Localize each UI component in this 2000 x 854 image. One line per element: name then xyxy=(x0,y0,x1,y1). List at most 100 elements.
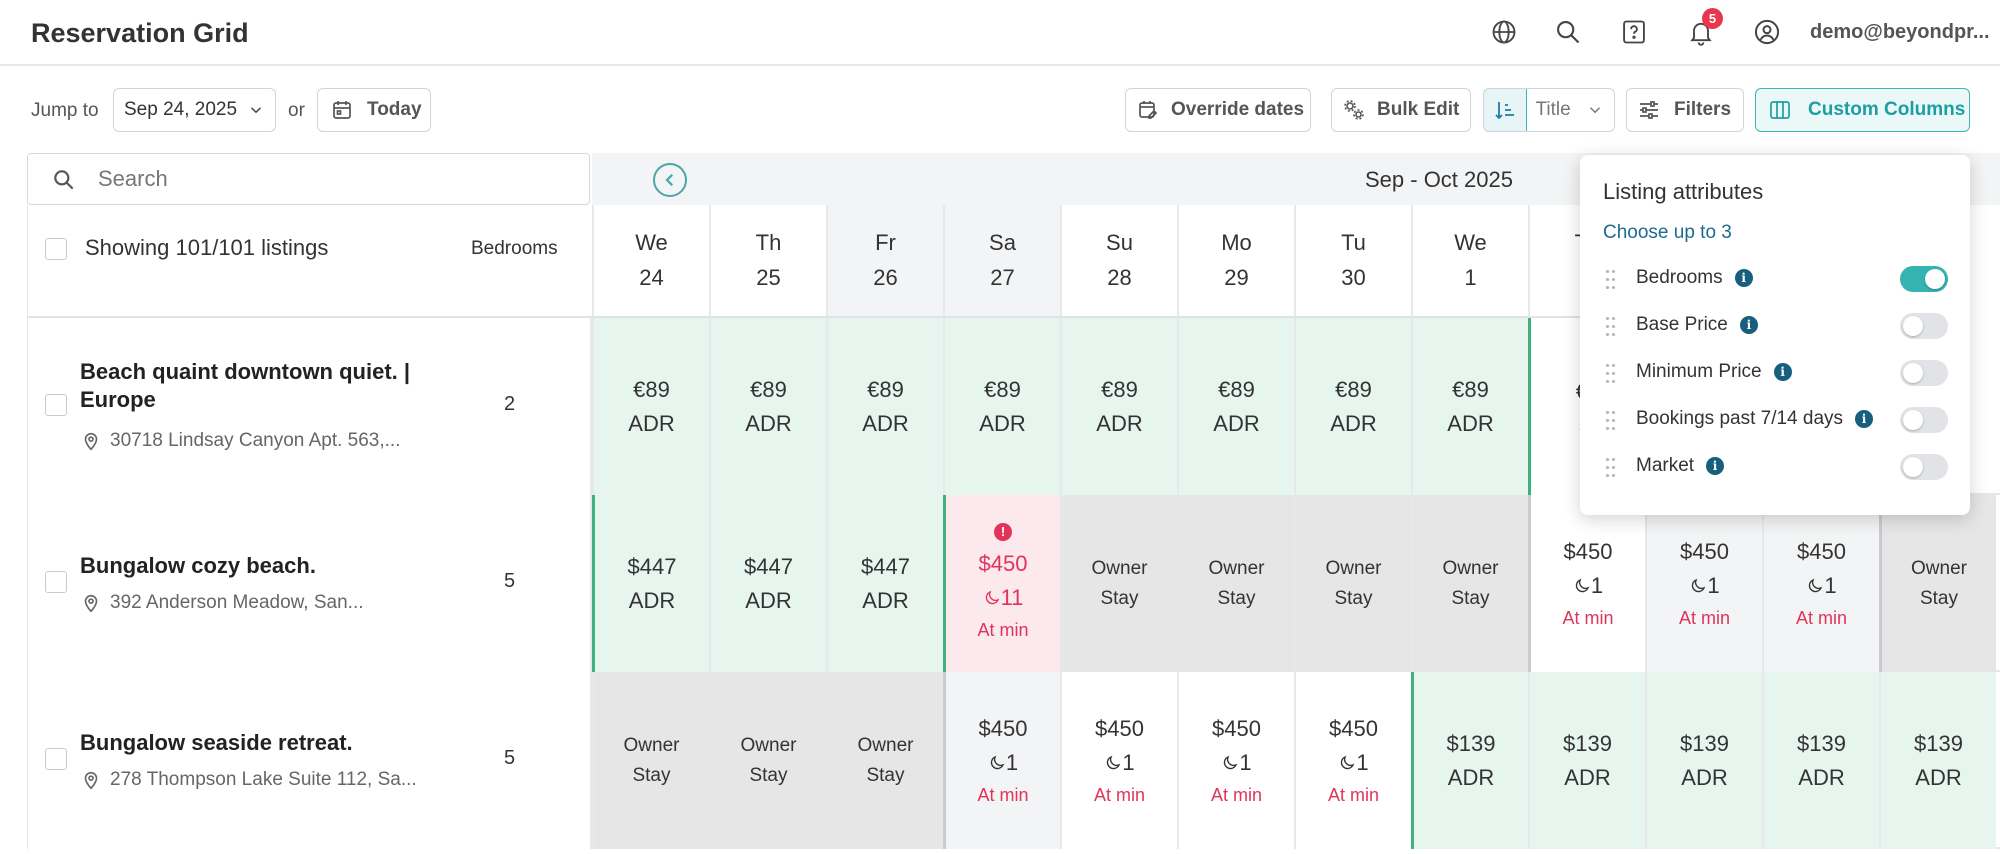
nights-count: 1 xyxy=(1590,572,1604,598)
drag-handle-icon[interactable] xyxy=(1603,315,1617,337)
price-cell[interactable]: $450 1 At min xyxy=(943,672,1060,849)
price-cell[interactable]: $450 1 At min xyxy=(1528,495,1645,672)
top-bar: Reservation Grid 5 demo@beyondpr... xyxy=(0,0,2000,66)
price-cell[interactable]: Owner Stay xyxy=(1294,495,1411,672)
price-cell[interactable]: $447 ADR xyxy=(709,495,826,672)
price-cell[interactable]: Owner Stay xyxy=(709,672,826,849)
previous-period-button[interactable] xyxy=(653,163,687,197)
rate-type: ADR xyxy=(745,587,792,613)
sort-control[interactable]: Title xyxy=(1483,88,1615,132)
user-avatar-icon[interactable] xyxy=(1750,15,1784,49)
price-cell[interactable]: €89 ADR xyxy=(709,318,826,495)
drag-handle-icon[interactable] xyxy=(1603,409,1617,431)
day-header[interactable]: We 1 xyxy=(1411,205,1528,318)
today-button[interactable]: Today xyxy=(317,88,431,132)
notification-badge: 5 xyxy=(1702,8,1723,29)
price-cell[interactable]: €89 ADR xyxy=(1294,318,1411,495)
search-icon[interactable] xyxy=(1551,15,1585,49)
price-cell[interactable]: $450 1 At min xyxy=(1645,495,1762,672)
price-value: $450 xyxy=(978,715,1028,741)
attribute-row: Bedrooms i xyxy=(1603,262,1948,296)
price-cell[interactable]: Owner Stay xyxy=(1879,495,1996,672)
at-min-label: At min xyxy=(1093,784,1145,805)
info-icon[interactable]: i xyxy=(1706,457,1725,475)
price-cell[interactable]: €89 ADR xyxy=(1411,318,1528,495)
day-header[interactable]: Fr 26 xyxy=(826,205,943,318)
drag-handle-icon[interactable] xyxy=(1603,362,1617,384)
custom-columns-button[interactable]: Custom Columns xyxy=(1755,88,1970,132)
chevron-down-icon xyxy=(250,107,262,114)
popover-title: Listing attributes xyxy=(1603,179,1764,204)
price-cell[interactable]: $447 ADR xyxy=(592,495,709,672)
drag-handle-icon[interactable] xyxy=(1603,456,1617,478)
info-icon[interactable]: i xyxy=(1855,410,1874,428)
owner-stay-line2: Stay xyxy=(1217,587,1256,609)
price-cell[interactable]: $139 ADR xyxy=(1528,672,1645,849)
owner-stay-line1: Owner xyxy=(623,734,680,756)
price-cell[interactable]: Owner Stay xyxy=(1411,495,1528,672)
sort-field-value: Title xyxy=(1535,99,1571,120)
attribute-label: Bookings past 7/14 days i xyxy=(1636,408,1874,430)
date-picker[interactable]: Sep 24, 2025 xyxy=(113,88,276,132)
price-value: $447 xyxy=(744,553,793,579)
sort-direction-button[interactable] xyxy=(1484,89,1527,131)
price-cell[interactable]: Owner Stay xyxy=(592,672,709,849)
price-cell[interactable]: $450 1 At min xyxy=(1294,672,1411,849)
price-cell[interactable]: €89 ADR xyxy=(1177,318,1294,495)
price-cell[interactable]: $139 ADR xyxy=(1411,672,1528,849)
listing-info[interactable]: Beach quaint downtown quiet. | Europe 307… xyxy=(27,318,592,495)
price-cell[interactable]: $447 ADR xyxy=(826,495,943,672)
price-cell[interactable]: Owner Stay xyxy=(1060,495,1177,672)
attribute-toggle[interactable] xyxy=(1900,360,1948,386)
price-cell[interactable]: Owner Stay xyxy=(826,672,943,849)
price-cell[interactable]: €89 ADR xyxy=(826,318,943,495)
drag-handle-icon[interactable] xyxy=(1603,268,1617,290)
listing-info[interactable]: Bungalow cozy beach. 392 Anderson Meadow,… xyxy=(27,495,592,672)
day-header[interactable]: Th 25 xyxy=(709,205,826,318)
override-dates-button[interactable]: Override dates xyxy=(1125,88,1311,132)
filters-button[interactable]: Filters xyxy=(1626,88,1744,132)
attribute-toggle[interactable] xyxy=(1900,454,1948,480)
row-checkbox[interactable] xyxy=(45,394,67,416)
price-cell[interactable]: $450 1 At min xyxy=(1060,672,1177,849)
price-cell[interactable]: $450 1 At min xyxy=(1762,495,1879,672)
min-nights: 1 xyxy=(1573,569,1603,603)
price-cell[interactable]: $139 ADR xyxy=(1879,672,1996,849)
user-email[interactable]: demo@beyondpr... xyxy=(1810,21,1990,44)
location-pin-icon xyxy=(80,430,110,452)
popover-subtitle: Choose up to 3 xyxy=(1603,222,1732,243)
day-header[interactable]: Tu 30 xyxy=(1294,205,1411,318)
help-icon[interactable] xyxy=(1617,15,1651,49)
day-header[interactable]: Mo 29 xyxy=(1177,205,1294,318)
attribute-toggle[interactable] xyxy=(1900,266,1948,292)
bedrooms-column-header[interactable]: Bedrooms xyxy=(471,238,558,260)
price-cell[interactable]: $450 1 At min xyxy=(1177,672,1294,849)
attribute-toggle[interactable] xyxy=(1900,407,1948,433)
price-cell[interactable]: ! $450 11 At min xyxy=(943,495,1060,672)
price-cell[interactable]: €89 ADR xyxy=(943,318,1060,495)
info-icon[interactable]: i xyxy=(1739,316,1758,334)
globe-icon[interactable] xyxy=(1487,15,1521,49)
row-checkbox[interactable] xyxy=(45,748,67,770)
attribute-toggle[interactable] xyxy=(1900,313,1948,339)
day-header[interactable]: We 24 xyxy=(592,205,709,318)
price-cell[interactable]: Owner Stay xyxy=(1177,495,1294,672)
owner-stay-line2: Stay xyxy=(1451,587,1490,609)
price-value: $450 xyxy=(1563,538,1613,564)
day-header[interactable]: Sa 27 xyxy=(943,205,1060,318)
listing-info[interactable]: Bungalow seaside retreat. 278 Thompson La… xyxy=(27,672,592,849)
filters-label: Filters xyxy=(1674,99,1732,120)
price-cell[interactable]: $139 ADR xyxy=(1762,672,1879,849)
info-icon[interactable]: i xyxy=(1734,269,1753,287)
day-header[interactable]: Su 28 xyxy=(1060,205,1177,318)
row-checkbox[interactable] xyxy=(45,571,67,593)
price-cell[interactable]: €89 ADR xyxy=(592,318,709,495)
search-input[interactable] xyxy=(98,164,558,194)
price-cell[interactable]: €89 ADR xyxy=(1060,318,1177,495)
attribute-label: Market i xyxy=(1636,455,1725,477)
price-cell[interactable]: $139 ADR xyxy=(1645,672,1762,849)
bulk-edit-button[interactable]: Bulk Edit xyxy=(1331,88,1471,132)
info-icon[interactable]: i xyxy=(1773,363,1792,381)
select-all-checkbox[interactable] xyxy=(45,238,67,260)
search-box[interactable] xyxy=(27,153,590,205)
